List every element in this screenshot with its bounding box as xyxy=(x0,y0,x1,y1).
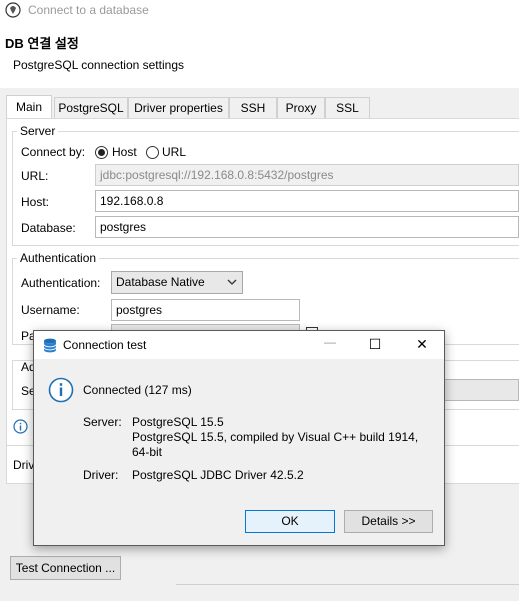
advanced-field[interactable] xyxy=(440,379,519,401)
driver-label-partial: Driv xyxy=(13,458,35,472)
authentication-select-value: Database Native xyxy=(116,275,205,289)
dialog-body: Connected (127 ms) Server: PostgreSQL 15… xyxy=(34,359,444,545)
server-architecture: 64-bit xyxy=(132,445,163,459)
driver-value: PostgreSQL JDBC Driver 42.5.2 xyxy=(132,468,304,482)
window-title: Connect to a database xyxy=(28,3,149,17)
server-version: PostgreSQL 15.5 xyxy=(132,415,224,429)
tab-proxy[interactable]: Proxy xyxy=(277,97,325,118)
database-field[interactable]: postgres xyxy=(95,216,519,238)
database-label: Database: xyxy=(21,221,76,235)
host-radio-label[interactable]: Host xyxy=(112,145,137,159)
host-label: Host: xyxy=(21,195,50,209)
footer-divider xyxy=(176,584,519,585)
database-icon xyxy=(43,338,57,353)
tab-main[interactable]: Main xyxy=(6,95,52,119)
driver-label: Driver: xyxy=(83,468,119,482)
authentication-group-legend: Authentication xyxy=(20,251,97,265)
ok-button[interactable]: OK xyxy=(245,510,335,533)
host-radio[interactable] xyxy=(95,146,108,159)
page-title: DB 연결 설정 xyxy=(5,36,79,51)
dialog-titlebar: Connection test — ☐ ✕ xyxy=(34,331,444,359)
url-label: URL: xyxy=(21,169,49,183)
info-icon xyxy=(13,419,28,434)
username-label: Username: xyxy=(21,303,80,317)
url-field[interactable]: jdbc:postgresql://192.168.0.8:5432/postg… xyxy=(95,164,519,186)
chevron-down-icon xyxy=(227,279,237,285)
url-radio-label[interactable]: URL xyxy=(162,145,186,159)
dialog-maximize-button[interactable]: ☐ xyxy=(365,336,385,352)
tab-driver-properties[interactable]: Driver properties xyxy=(128,97,229,118)
tab-ssl[interactable]: SSL xyxy=(325,97,370,118)
authentication-label: Authentication: xyxy=(21,276,101,290)
details-button[interactable]: Details >> xyxy=(344,510,433,533)
url-radio[interactable] xyxy=(146,146,159,159)
server-group-legend: Server xyxy=(20,124,56,138)
connection-test-dialog: Connection test — ☐ ✕ Connected (127 ms)… xyxy=(33,330,445,546)
server-label: Server: xyxy=(83,415,122,429)
host-field[interactable]: 192.168.0.8 xyxy=(95,190,519,212)
tab-postgresql[interactable]: PostgreSQL xyxy=(54,97,128,118)
connect-by-label: Connect by: xyxy=(21,145,86,159)
connection-status: Connected (127 ms) xyxy=(83,383,192,397)
authentication-select[interactable]: Database Native xyxy=(111,271,243,294)
dialog-minimize-button[interactable]: — xyxy=(320,335,340,349)
info-icon xyxy=(48,377,74,403)
tab-ssh[interactable]: SSH xyxy=(229,97,277,118)
server-version-details: PostgreSQL 15.5, compiled by Visual C++ … xyxy=(132,430,419,444)
page-subtitle: PostgreSQL connection settings xyxy=(13,58,184,72)
username-field[interactable]: postgres xyxy=(111,299,300,321)
wizard-header xyxy=(0,22,519,88)
dialog-title: Connection test xyxy=(63,338,147,352)
app-logo-icon xyxy=(5,2,21,18)
test-connection-button[interactable]: Test Connection ... xyxy=(10,556,121,580)
dialog-close-button[interactable]: ✕ xyxy=(412,336,432,352)
